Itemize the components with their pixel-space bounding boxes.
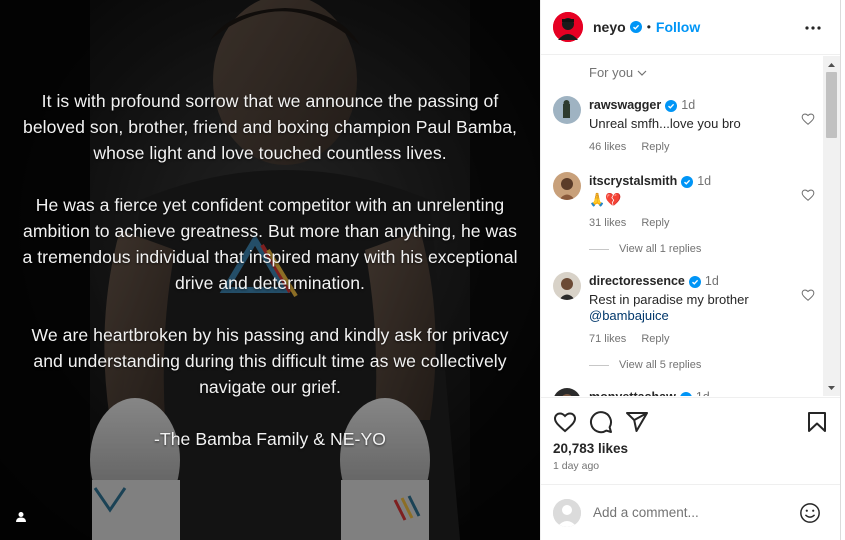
commenter-avatar[interactable] [553, 272, 581, 300]
commenter-username[interactable]: itscrystalsmith [589, 174, 677, 188]
commenter-avatar[interactable] [553, 96, 581, 124]
scroll-up-button[interactable] [823, 56, 840, 73]
commenter-username[interactable]: rawswagger [589, 98, 661, 112]
caret-up-icon [828, 62, 835, 67]
comment-time[interactable]: 1d [705, 274, 719, 288]
like-heart-icon[interactable] [553, 410, 577, 434]
tagged-people-button[interactable] [10, 506, 32, 528]
post-media[interactable]: It is with profound sorrow that we annou… [0, 0, 540, 540]
comment-sort-label: For you [589, 65, 634, 80]
author-username[interactable]: neyo [593, 19, 626, 35]
announcement-paragraph-1: It is with profound sorrow that we annou… [23, 91, 517, 163]
comment-time[interactable]: 1d [697, 174, 711, 188]
replies-divider [589, 248, 609, 250]
heart-icon[interactable] [801, 112, 815, 126]
announcement-signature: -The Bamba Family & NE-YO [154, 429, 386, 449]
view-replies-label: View all 1 replies [619, 243, 702, 255]
author-avatar[interactable] [553, 12, 583, 42]
reply-button[interactable]: Reply [641, 217, 669, 229]
heart-icon[interactable] [801, 288, 815, 302]
view-replies-button[interactable]: View all 1 replies [589, 243, 701, 255]
add-comment-input[interactable] [593, 505, 783, 520]
view-replies-label: View all 5 replies [619, 359, 702, 371]
header-separator: • [646, 20, 651, 34]
comment-like-count[interactable]: 71 likes [589, 333, 626, 345]
post-timestamp[interactable]: 1 day ago [553, 460, 599, 472]
commenter-avatar[interactable] [553, 388, 581, 396]
avatar-image [553, 12, 583, 42]
comments-list: For you rawswagger 1d Unreal smfh...love … [541, 56, 841, 396]
comment-text: Unreal smfh...love you bro [589, 116, 741, 131]
bookmark-icon[interactable] [805, 410, 829, 434]
comment-like-count[interactable]: 46 likes [589, 141, 626, 153]
chevron-down-icon [637, 70, 647, 76]
comment-bubble-icon[interactable] [589, 410, 613, 434]
commenter-username[interactable]: directoressence [589, 274, 685, 288]
ellipsis-icon [805, 26, 821, 30]
comment-text-line: Rest in paradise my brother [589, 292, 749, 307]
post-actions: 20,783 likes 1 day ago [541, 397, 841, 483]
window-edge [840, 0, 845, 540]
caret-down-icon [828, 385, 835, 390]
scroll-thumb[interactable] [826, 72, 837, 138]
verified-badge-icon [665, 100, 678, 112]
comment-time[interactable]: 1d [696, 390, 710, 396]
add-comment-bar [541, 484, 841, 540]
like-count[interactable]: 20,783 likes [553, 441, 628, 456]
emoji-smiley-icon[interactable] [799, 502, 821, 524]
share-paper-plane-icon[interactable] [625, 410, 649, 434]
commenter-username[interactable]: monyettashaw [589, 390, 676, 396]
announcement-paragraph-2: He was a fierce yet confident competitor… [22, 195, 518, 293]
reply-button[interactable]: Reply [641, 141, 669, 153]
verified-badge-icon [681, 176, 694, 188]
heart-icon[interactable] [801, 188, 815, 202]
post-sidebar: neyo • Follow For you rawswagger 1d Unrea… [540, 0, 841, 540]
comment-mention-link[interactable]: @bambajuice [589, 308, 799, 324]
follow-button[interactable]: Follow [656, 19, 700, 35]
verified-badge-icon [688, 276, 701, 288]
reply-button[interactable]: Reply [641, 333, 669, 345]
more-options-button[interactable] [803, 18, 823, 38]
announcement-paragraph-3: We are heartbroken by his passing and ki… [31, 325, 509, 397]
comment-sort-dropdown[interactable]: For you [589, 65, 647, 80]
current-user-avatar [553, 498, 581, 527]
scroll-down-button[interactable] [823, 379, 840, 396]
verified-badge-icon [679, 392, 692, 396]
replies-divider [589, 364, 609, 366]
verified-badge-icon [629, 21, 642, 33]
comment-text: 🙏💔 [589, 192, 622, 207]
announcement-text: It is with profound sorrow that we annou… [20, 88, 520, 478]
post-header: neyo • Follow [541, 0, 841, 55]
comment-text: Rest in paradise my brother @bambajuice [589, 292, 799, 324]
comment-like-count[interactable]: 31 likes [589, 217, 626, 229]
person-icon [16, 512, 26, 522]
comments-scrollbar[interactable] [823, 56, 840, 396]
commenter-avatar[interactable] [553, 172, 581, 200]
view-replies-button[interactable]: View all 5 replies [589, 359, 701, 371]
comment-time[interactable]: 1d [681, 98, 695, 112]
